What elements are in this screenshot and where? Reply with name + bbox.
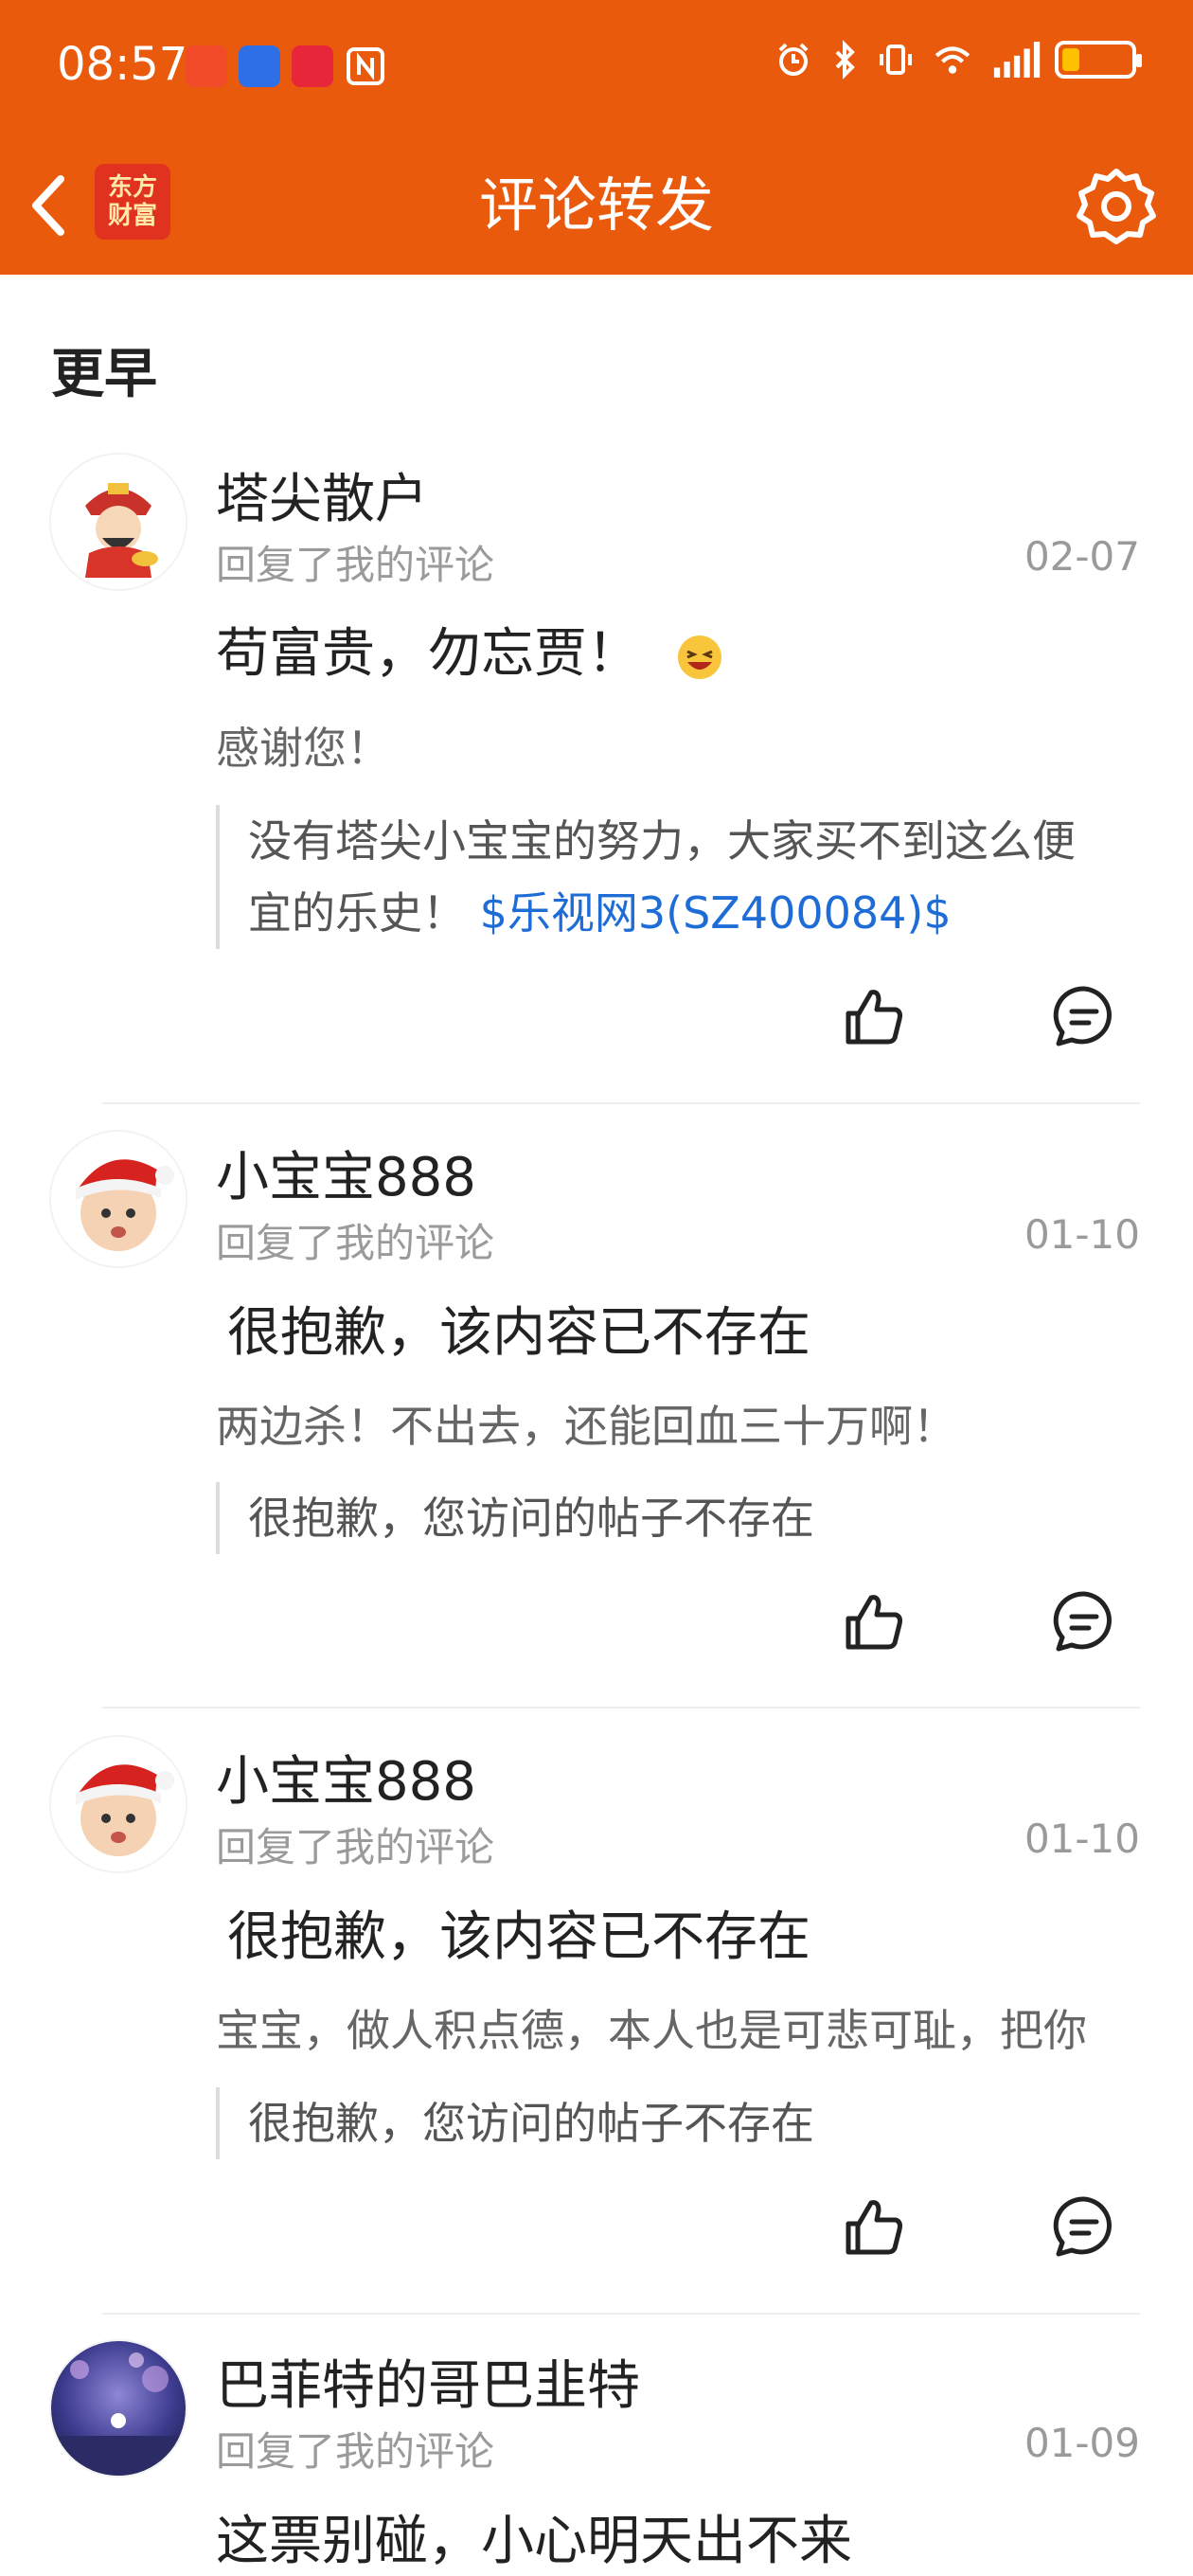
bluetooth-icon: [835, 40, 855, 80]
item-divider: [102, 1102, 1140, 1104]
avatar[interactable]: [51, 455, 186, 589]
reply-text-content: 苟富贵，勿忘贾！: [216, 623, 640, 685]
comment-date: 01-10: [1024, 1211, 1140, 1258]
taobao-notification-icon: [186, 45, 227, 87]
reply-action-label: 回复了我的评论: [216, 542, 495, 588]
username[interactable]: 巴菲特的哥巴韭特: [216, 2343, 640, 2420]
comment-date: 01-09: [1024, 2420, 1140, 2466]
settings-gear-icon[interactable]: [1074, 164, 1159, 249]
quoted-post[interactable]: 很抱歉，您访问的帖子不存在: [216, 1482, 1108, 1554]
username[interactable]: 小宝宝888: [216, 1739, 476, 1816]
reply-action-label: 回复了我的评论: [216, 1824, 495, 1870]
nav-bar: 东方 财富 评论转发: [0, 137, 1193, 275]
baby-avatar-icon: [51, 1737, 186, 1871]
my-comment-text[interactable]: 宝宝，做人积点德，本人也是可悲可耻，把你: [216, 1996, 1140, 2059]
app-notification-icon: [239, 45, 280, 87]
comment-bubble-icon[interactable]: [1051, 2193, 1117, 2260]
reply-text[interactable]: 很抱歉，该内容已不存在: [227, 1290, 810, 1367]
comment-bubble-icon[interactable]: [1051, 1588, 1117, 1655]
signal-icon: [993, 42, 1041, 78]
my-comment-text[interactable]: 两边杀！不出去，还能回血三十万啊！: [216, 1392, 1140, 1455]
app-header: 08:57 东方 财富 评论转发: [0, 0, 1193, 275]
reply-action-label: 回复了我的评论: [216, 1220, 495, 1266]
status-bar: 08:57: [0, 0, 1193, 137]
avatar[interactable]: [51, 1132, 186, 1266]
nfc-icon: [347, 47, 384, 85]
username[interactable]: 小宝宝888: [216, 1135, 476, 1211]
section-title: 更早: [51, 344, 157, 405]
comment-date: 01-10: [1024, 1816, 1140, 1862]
comment-date: 02-07: [1024, 533, 1140, 580]
laughing-emoji-icon: [677, 635, 721, 679]
reply-text[interactable]: 苟富贵，勿忘贾！: [216, 611, 723, 688]
stock-link[interactable]: $乐视网3(SZ400084)$: [480, 887, 952, 939]
comment-bubble-icon[interactable]: [1051, 983, 1117, 1049]
thumbs-up-icon[interactable]: [841, 983, 907, 1049]
my-comment-text[interactable]: 感谢您！: [216, 714, 1140, 777]
quoted-post[interactable]: 没有塔尖小宝宝的努力，大家买不到这么便宜的乐史！ $乐视网3(SZ400084)…: [216, 805, 1108, 949]
item-divider: [102, 1707, 1140, 1708]
huawei-notification-icon: [292, 45, 333, 87]
quoted-post-text: 很抱歉，您访问的帖子不存在: [248, 1493, 814, 1544]
page-title: 评论转发: [478, 170, 714, 240]
reply-action-label: 回复了我的评论: [216, 2428, 495, 2475]
baby-avatar-icon: [51, 1132, 186, 1266]
username[interactable]: 塔尖散户: [216, 456, 428, 533]
battery-icon: [1055, 41, 1142, 79]
reply-text[interactable]: 很抱歉，该内容已不存在: [227, 1894, 810, 1971]
avatar[interactable]: [51, 1737, 186, 1871]
reply-text[interactable]: 这票别碰，小心明天出不来: [216, 2498, 852, 2575]
night-sky-avatar-icon: [51, 2341, 186, 2476]
wifi-icon: [935, 46, 970, 74]
item-divider: [102, 2313, 1140, 2315]
thumbs-up-icon[interactable]: [841, 1588, 907, 1655]
thumbs-up-icon[interactable]: [841, 2193, 907, 2260]
quoted-post-text: 很抱歉，您访问的帖子不存在: [248, 2098, 814, 2149]
caishen-avatar-icon: [51, 455, 186, 589]
avatar[interactable]: [51, 2341, 186, 2476]
alarm-icon: [778, 43, 809, 76]
status-time: 08:57: [57, 38, 188, 91]
vibrate-icon: [880, 45, 912, 75]
quoted-post[interactable]: 很抱歉，您访问的帖子不存在: [216, 2087, 1108, 2159]
